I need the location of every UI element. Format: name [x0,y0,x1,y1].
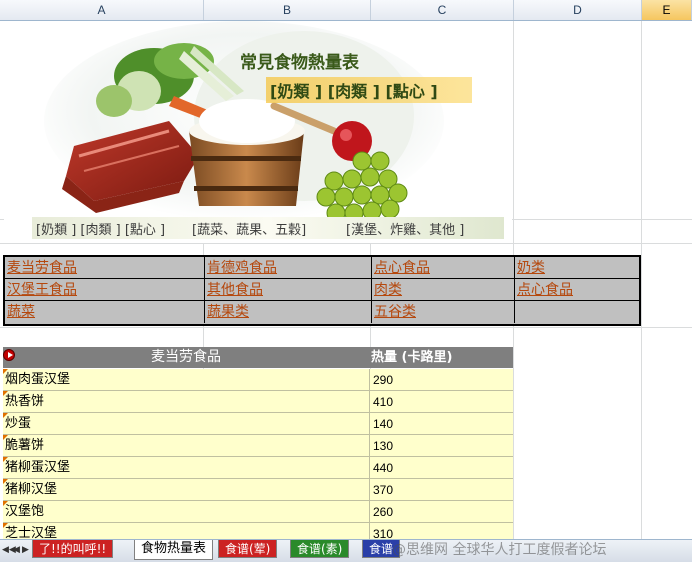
category-link-table: 麦当劳食品 肯德鸡食品 点心食品 奶类 汉堡王食品 其他食品 肉类 点心食品 蔬… [3,255,641,326]
link-burger-king[interactable]: 汉堡王食品 [7,282,77,298]
link-other-food[interactable]: 其他食品 [207,282,263,298]
link-dairy[interactable]: 奶类 [517,260,545,276]
gridline [0,327,692,328]
first-sheet-icon[interactable]: ◀◀ [2,544,16,556]
table-row[interactable]: 猪柳蛋汉堡 440 [3,457,513,479]
food-banner-image: 常見食物熱量表 [奶類 ] [肉類 ] [點心 ] [奶類 ] [肉類 ] [點… [4,21,512,243]
watermark: @思维网 全球华人打工度假者论坛 [392,542,607,558]
calorie-value: 310 [373,527,394,539]
link-cell: 其他食品 [205,279,372,301]
link-vegetables[interactable]: 蔬菜 [7,304,35,320]
cell-divider [369,479,370,501]
column-header-a[interactable]: A [0,0,204,20]
prev-sheet-icon[interactable]: ◀ [12,544,21,556]
food-name: 猪柳蛋汉堡 [5,460,71,475]
link-cell: 肯德鸡食品 [205,257,372,279]
calorie-value: 290 [373,373,394,387]
calorie-table-header: 麦当劳食品 热量 (卡路里) [3,347,513,368]
column-header-d[interactable]: D [514,0,642,20]
sheet-tab-bar: ◀◀ ◀ ▶ 了!!的叫呼!! 食物热量表 食谱(荤) 食谱(素) 食谱 @思维… [0,539,692,562]
link-cell: 五谷类 [372,301,515,323]
gridline [0,243,692,244]
link-snack-food[interactable]: 点心食品 [517,282,573,298]
link-cell: 奶类 [515,257,639,279]
banner-illustration: 常見食物熱量表 [奶類 ] [肉類 ] [點心 ] [奶類 ] [肉類 ] [點… [4,21,512,243]
link-cell: 肉类 [372,279,515,301]
food-name: 脆薯饼 [5,438,45,453]
link-cell: 点心食品 [515,279,639,301]
table-row[interactable]: 芝士汉堡 310 [3,523,513,539]
link-kfc[interactable]: 肯德鸡食品 [207,260,277,276]
calorie-value: 370 [373,483,394,497]
header-calories: 热量 (卡路里) [371,350,453,365]
link-cell: 汉堡王食品 [5,279,205,301]
food-name: 猪柳汉堡 [5,482,58,497]
table-row[interactable]: 烟肉蛋汉堡 290 [3,369,513,391]
link-cell: 点心食品 [372,257,515,279]
column-header-c[interactable]: C [371,0,514,20]
table-row[interactable]: 炒蛋 140 [3,413,513,435]
tab-recipes-meat[interactable]: 食谱(荤) [218,540,278,558]
banner-category-3: [漢堡、炸雞、其他 ] [346,222,464,238]
cell-divider [369,457,370,479]
food-name: 汉堡饱 [5,504,45,519]
link-snacks[interactable]: 点心食品 [374,260,430,276]
link-cell: 蔬果类 [205,301,372,323]
food-name: 芝士汉堡 [5,526,58,539]
cell-divider [369,391,370,413]
food-name: 烟肉蛋汉堡 [5,372,71,387]
tab-food-calories[interactable]: 食物热量表 [134,540,214,560]
banner-category-2: [蔬菜、蔬果、五穀] [192,223,306,238]
calorie-value: 440 [373,461,394,475]
cell-divider [369,369,370,391]
next-sheet-icon[interactable]: ▶ [21,544,30,556]
link-meat[interactable]: 肉类 [374,282,402,298]
link-grains[interactable]: 五谷类 [374,304,416,320]
table-row[interactable]: 脆薯饼 130 [3,435,513,457]
tab-sheet-1[interactable]: 了!!的叫呼!! [32,540,114,558]
calorie-value: 140 [373,417,394,431]
table-row[interactable]: 热香饼 410 [3,391,513,413]
header-food-name: 麦当劳食品 [151,349,221,365]
link-cell-empty [515,301,639,323]
table-row[interactable]: 汉堡饱 260 [3,501,513,523]
banner-title: 常見食物熱量表 [240,52,360,73]
column-header-e[interactable]: E [642,0,692,20]
column-header-b[interactable]: B [204,0,371,20]
cell-divider [369,413,370,435]
calorie-value: 260 [373,505,394,519]
table-row[interactable]: 猪柳汉堡 370 [3,479,513,501]
gridline [641,21,642,539]
tab-recipes-veg[interactable]: 食谱(素) [290,540,350,558]
banner-category-1: [奶類 ] [肉類 ] [點心 ] [36,223,165,238]
link-fruits[interactable]: 蔬果类 [207,304,249,320]
column-header-bar: A B C D E [0,0,692,21]
cell-divider [369,501,370,523]
food-name: 热香饼 [5,394,45,409]
banner-subtitle: [奶類 ] [肉類 ] [點心 ] [270,82,438,101]
calorie-value: 410 [373,395,394,409]
cell-divider [369,435,370,457]
worksheet-grid[interactable]: 常見食物熱量表 [奶類 ] [肉類 ] [點心 ] [奶類 ] [肉類 ] [點… [0,21,692,539]
link-mcdonalds[interactable]: 麦当劳食品 [7,260,77,276]
link-cell: 蔬菜 [5,301,205,323]
calorie-value: 130 [373,439,394,453]
cell-divider [369,523,370,539]
food-name: 炒蛋 [5,416,32,431]
link-cell: 麦当劳食品 [5,257,205,279]
